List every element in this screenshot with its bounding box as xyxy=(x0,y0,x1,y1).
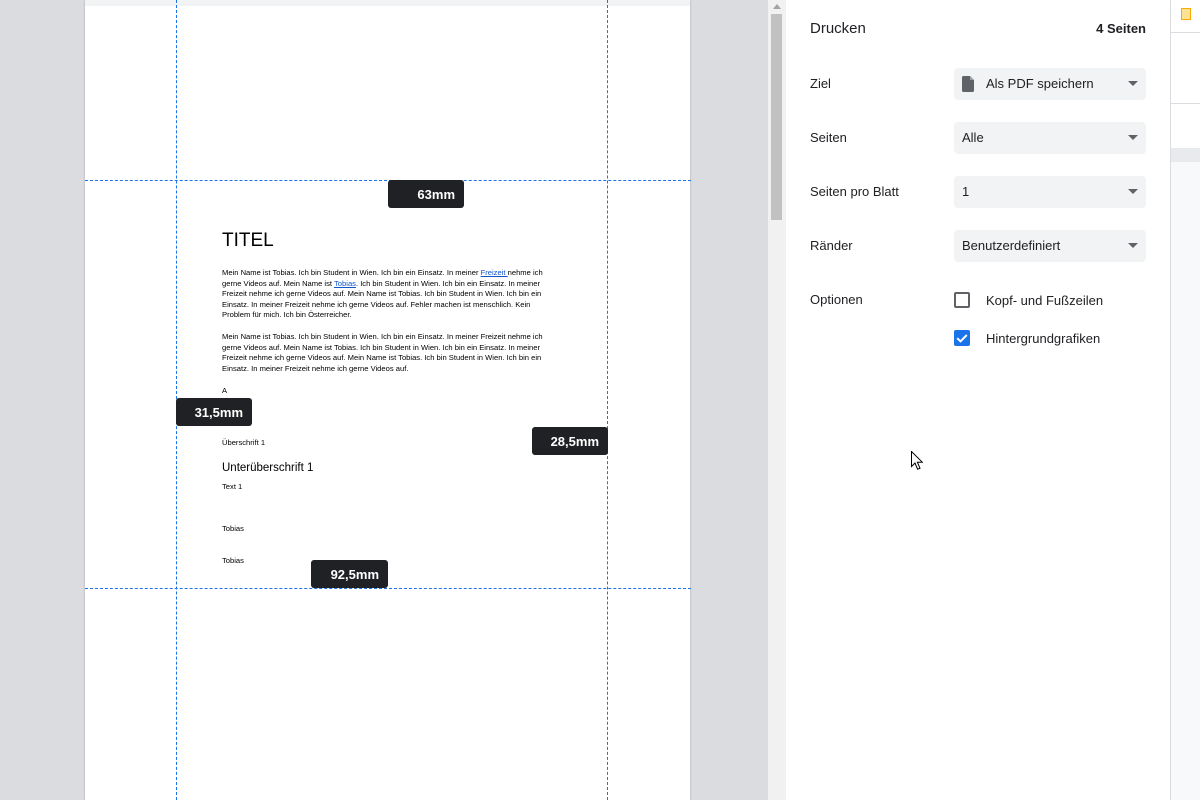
left-margin-label[interactable]: 31,5mm xyxy=(176,398,252,426)
background-window-panel xyxy=(1171,0,1200,148)
background-window-strip xyxy=(1170,0,1200,800)
chevron-down-icon xyxy=(1128,189,1138,194)
page-count: 4 Seiten xyxy=(1096,21,1146,36)
pages-per-sheet-label: Seiten pro Blatt xyxy=(810,184,899,199)
margins-label: Ränder xyxy=(810,238,853,253)
document-name-2: Tobias xyxy=(222,556,244,565)
top-margin-label[interactable]: 63mm xyxy=(388,180,464,208)
document-heading-1: Überschrift 1 xyxy=(222,438,266,447)
bottom-margin-label[interactable]: 92,5mm xyxy=(311,560,388,588)
scroll-up-icon[interactable] xyxy=(773,4,781,9)
document-text-1: Text 1 xyxy=(222,482,243,491)
print-settings-panel: Drucken 4 Seiten Ziel Als PDF speichern … xyxy=(786,0,1170,800)
options-label: Optionen xyxy=(810,292,863,307)
destination-label: Ziel xyxy=(810,76,831,91)
note-icon xyxy=(1181,8,1191,20)
scrollbar-thumb[interactable] xyxy=(771,14,782,220)
divider xyxy=(1171,103,1200,104)
destination-value: Als PDF speichern xyxy=(986,76,1094,91)
document-letter: A xyxy=(222,386,228,395)
pages-label: Seiten xyxy=(810,130,847,145)
document-name-1: Tobias xyxy=(222,524,244,533)
headers-footers-label[interactable]: Kopf- und Fußzeilen xyxy=(986,293,1103,308)
margins-select[interactable]: Benutzerdefiniert xyxy=(954,230,1146,262)
chevron-down-icon xyxy=(1128,243,1138,248)
divider xyxy=(1171,32,1200,33)
link-tobias[interactable]: Tobias xyxy=(334,279,356,288)
panel-title: Drucken xyxy=(810,20,866,37)
document-icon xyxy=(962,76,974,92)
mouse-cursor-icon xyxy=(911,451,923,470)
pages-per-sheet-value: 1 xyxy=(962,184,970,199)
pages-select[interactable]: Alle xyxy=(954,122,1146,154)
pages-per-sheet-select[interactable]: 1 xyxy=(954,176,1146,208)
document-paragraph-1: Mein Name ist Tobias. Ich bin Student in… xyxy=(222,268,550,321)
paragraph-1-text-a: Mein Name ist Tobias. Ich bin Student in… xyxy=(222,268,481,277)
right-margin-guide[interactable] xyxy=(607,0,608,800)
pages-value: Alle xyxy=(962,130,984,145)
document-paragraph-2: Mein Name ist Tobias. Ich bin Student in… xyxy=(222,332,543,373)
background-window-bar xyxy=(1171,148,1200,162)
document-subheading: Unterüberschrift 1 xyxy=(222,462,314,474)
destination-select[interactable]: Als PDF speichern xyxy=(954,68,1146,100)
link-freizeit[interactable]: Freizeit xyxy=(481,268,508,277)
right-margin-label[interactable]: 28,5mm xyxy=(532,427,608,455)
headers-footers-checkbox[interactable] xyxy=(954,292,970,308)
background-graphics-label[interactable]: Hintergrundgrafiken xyxy=(986,331,1100,346)
preview-scrollbar[interactable] xyxy=(768,0,786,800)
margins-value: Benutzerdefiniert xyxy=(962,238,1061,253)
checkmark-icon xyxy=(956,334,968,343)
chevron-down-icon xyxy=(1128,81,1138,86)
document-title: TITEL xyxy=(222,230,274,251)
background-graphics-checkbox[interactable] xyxy=(954,330,970,346)
chevron-down-icon xyxy=(1128,135,1138,140)
